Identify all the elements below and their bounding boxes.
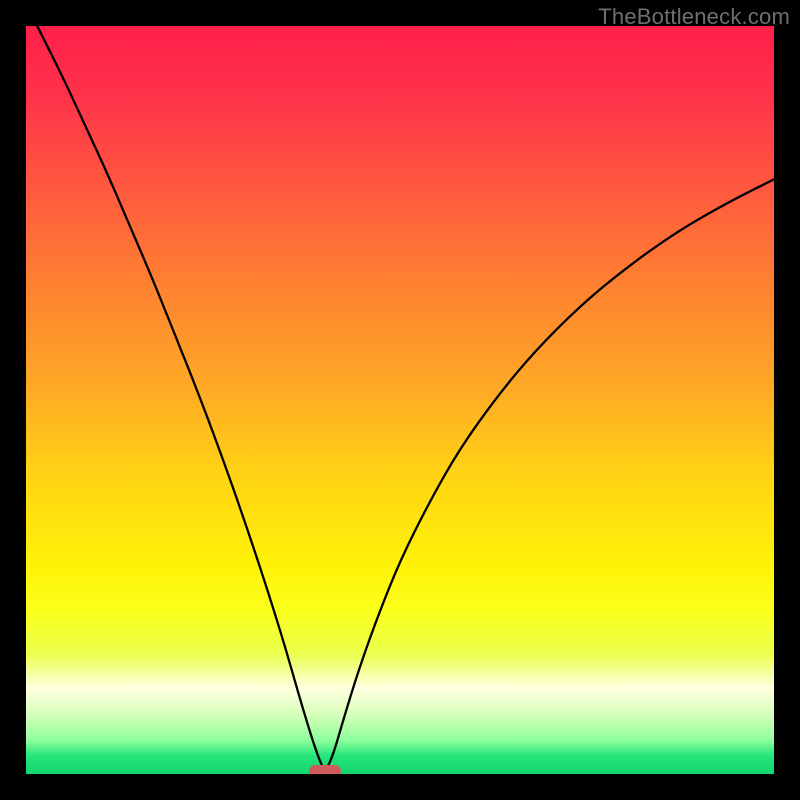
gradient-background (26, 26, 774, 774)
chart-frame: TheBottleneck.com (0, 0, 800, 800)
min-marker (309, 765, 341, 774)
watermark-text: TheBottleneck.com (598, 4, 790, 30)
plot-svg (26, 26, 774, 774)
plot-area (26, 26, 774, 774)
